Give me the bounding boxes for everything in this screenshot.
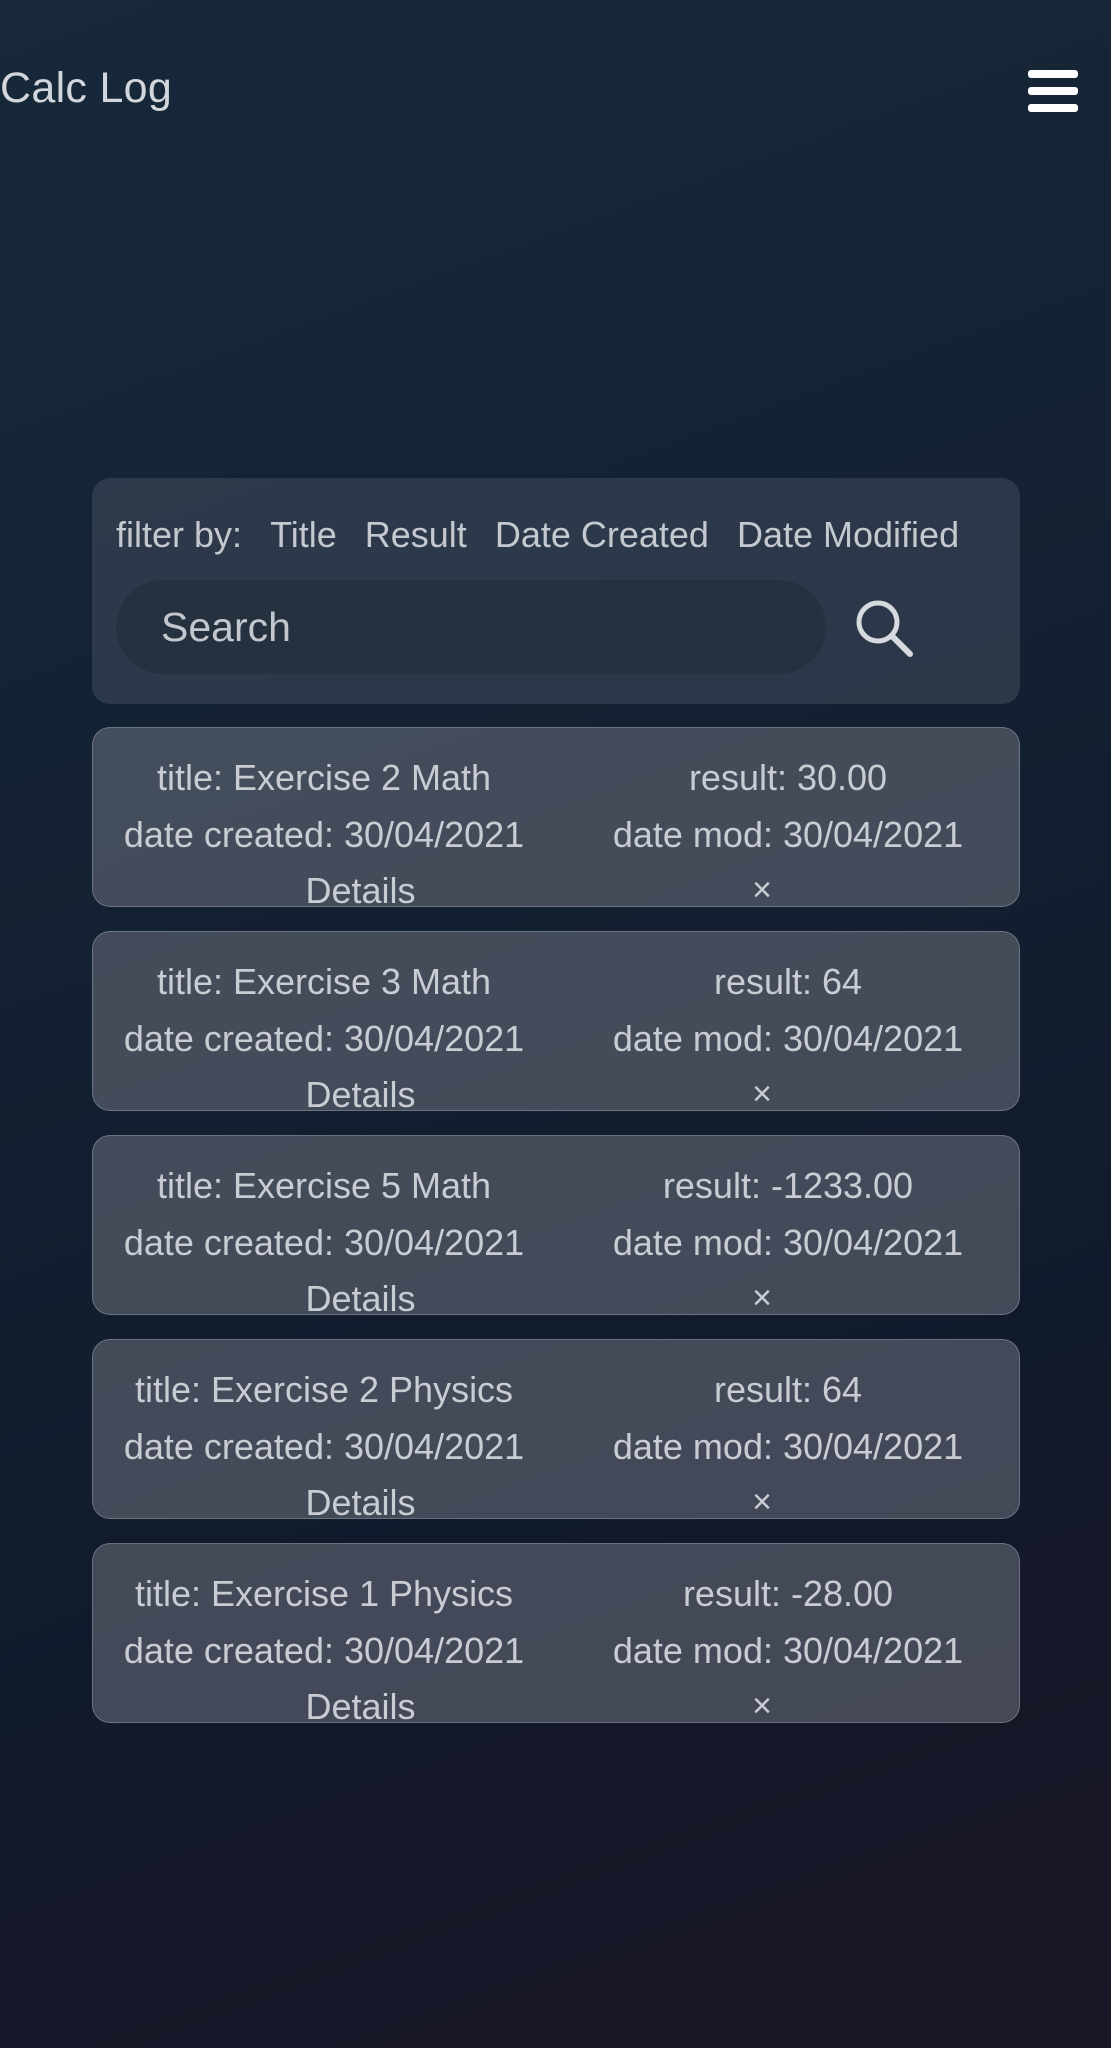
filter-option-date-modified[interactable]: Date Modified bbox=[737, 514, 959, 556]
delete-button[interactable]: × bbox=[555, 1485, 969, 1519]
filter-options: filter by: Title Result Date Created Dat… bbox=[116, 514, 977, 556]
list-item: title: Exercise 2 Math result: 30.00 dat… bbox=[92, 727, 1020, 909]
entry-title: title: Exercise 1 Physics bbox=[134, 1573, 514, 1614]
delete-button[interactable]: × bbox=[555, 1689, 969, 1723]
entry-date-created: date created: 30/04/2021 bbox=[123, 1426, 525, 1467]
entry-result: result: 64 bbox=[713, 1369, 863, 1410]
details-link[interactable]: Details bbox=[93, 1689, 628, 1725]
entry-date-modified: date mod: 30/04/2021 bbox=[612, 1222, 964, 1263]
search-icon[interactable] bbox=[852, 596, 916, 660]
filter-option-title[interactable]: Title bbox=[270, 514, 337, 556]
entry-title: title: Exercise 5 Math bbox=[156, 1165, 492, 1206]
delete-button[interactable]: × bbox=[555, 873, 969, 907]
menu-bar bbox=[1028, 70, 1078, 78]
entry-date-created: date created: 30/04/2021 bbox=[123, 814, 525, 855]
entry-date-created: date created: 30/04/2021 bbox=[123, 1018, 525, 1059]
entry-date-modified: date mod: 30/04/2021 bbox=[612, 814, 964, 855]
hamburger-menu-icon[interactable] bbox=[1026, 68, 1080, 114]
app-header: Calc Log bbox=[0, 0, 1111, 190]
entry-date-modified: date mod: 30/04/2021 bbox=[612, 1018, 964, 1059]
list-item: title: Exercise 2 Physics result: 64 dat… bbox=[92, 1339, 1020, 1521]
entry-date-modified: date mod: 30/04/2021 bbox=[612, 1426, 964, 1467]
entry-title: title: Exercise 3 Math bbox=[156, 961, 492, 1002]
list-item: title: Exercise 1 Physics result: -28.00… bbox=[92, 1543, 1020, 1725]
details-link[interactable]: Details bbox=[93, 873, 628, 909]
details-link[interactable]: Details bbox=[93, 1077, 628, 1113]
search-input[interactable] bbox=[116, 580, 826, 674]
list-item: title: Exercise 3 Math result: 64 date c… bbox=[92, 931, 1020, 1113]
app-title: Calc Log bbox=[0, 64, 173, 112]
filter-option-date-created[interactable]: Date Created bbox=[495, 514, 709, 556]
list-item: title: Exercise 5 Math result: -1233.00 … bbox=[92, 1135, 1020, 1317]
calc-log-list: title: Exercise 2 Math result: 30.00 dat… bbox=[92, 727, 1020, 1747]
filter-option-result[interactable]: Result bbox=[365, 514, 467, 556]
entry-result: result: -28.00 bbox=[682, 1573, 894, 1614]
menu-bar bbox=[1028, 87, 1078, 95]
details-link[interactable]: Details bbox=[93, 1485, 628, 1521]
entry-result: result: 64 bbox=[713, 961, 863, 1002]
entry-date-created: date created: 30/04/2021 bbox=[123, 1630, 525, 1671]
menu-bar bbox=[1028, 104, 1078, 112]
details-link[interactable]: Details bbox=[93, 1281, 628, 1317]
entry-title: title: Exercise 2 Physics bbox=[134, 1369, 514, 1410]
entry-date-modified: date mod: 30/04/2021 bbox=[612, 1630, 964, 1671]
entry-result: result: 30.00 bbox=[688, 757, 888, 798]
entry-date-created: date created: 30/04/2021 bbox=[123, 1222, 525, 1263]
delete-button[interactable]: × bbox=[555, 1077, 969, 1111]
filter-panel: filter by: Title Result Date Created Dat… bbox=[92, 478, 1020, 704]
entry-result: result: -1233.00 bbox=[662, 1165, 914, 1206]
filter-label: filter by: bbox=[116, 514, 243, 555]
delete-button[interactable]: × bbox=[555, 1281, 969, 1315]
entry-title: title: Exercise 2 Math bbox=[156, 757, 492, 798]
